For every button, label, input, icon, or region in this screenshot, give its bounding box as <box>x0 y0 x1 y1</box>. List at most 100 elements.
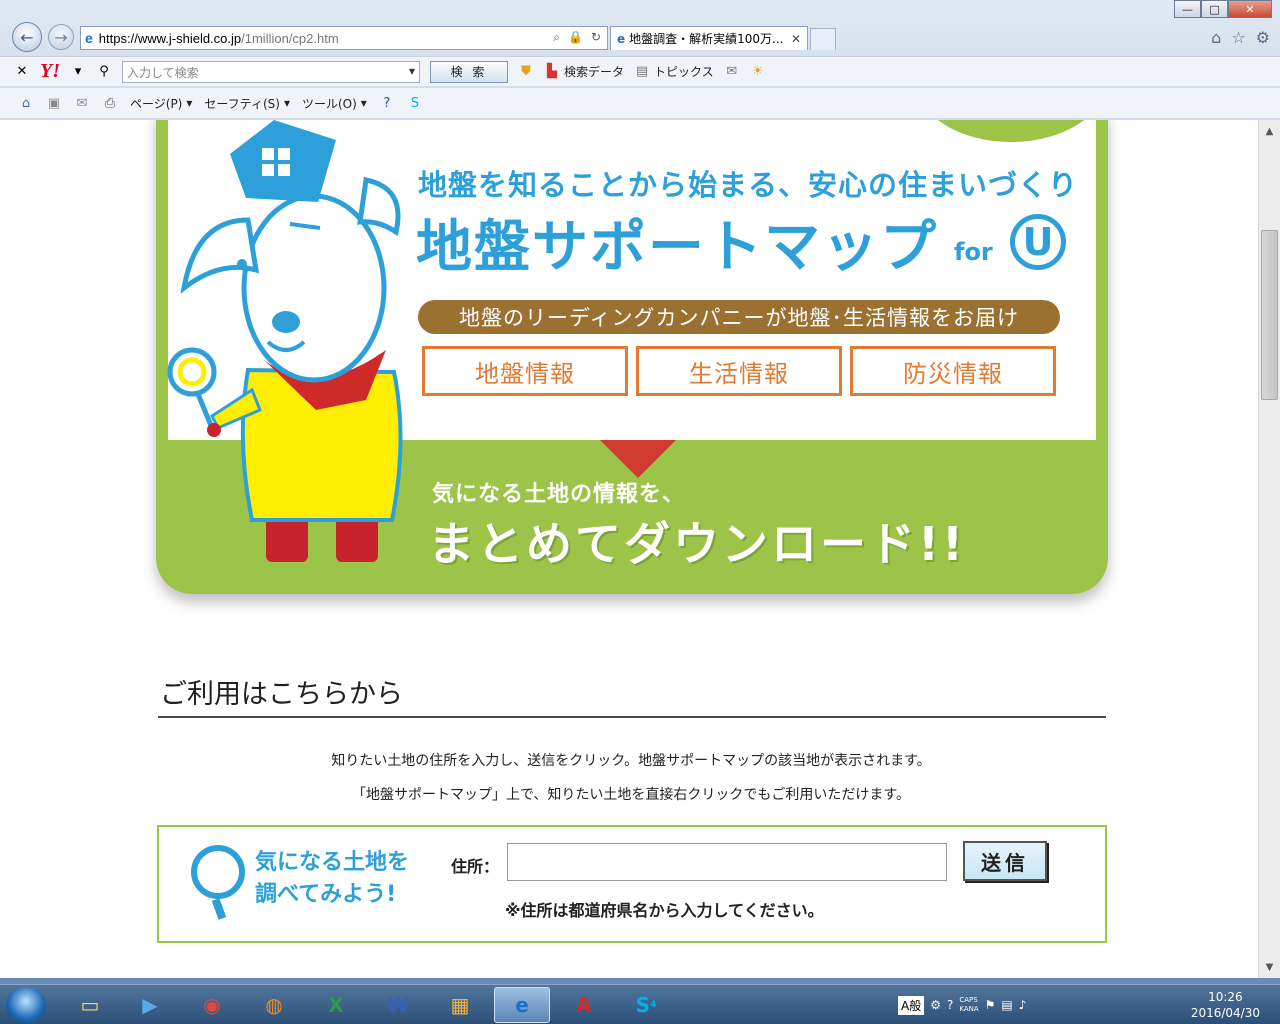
address-bar[interactable]: e https://www.j-shield.co.jp /1million/c… <box>80 26 608 50</box>
forward-button[interactable]: → <box>48 24 74 50</box>
weather-icon[interactable]: ☀ <box>750 64 766 80</box>
ie-tab-icon: e <box>617 31 626 46</box>
down-arrow-icon <box>600 440 676 478</box>
windows-taskbar: ▭ ▶ ◉ ◍ X W ▦ e A S4 A般 ⚙ ? CAPS KANA ⚑ … <box>0 984 1280 1024</box>
volume-icon[interactable]: ♪ <box>1019 998 1027 1012</box>
banner-sub: 気になる土地の情報を、 <box>432 482 686 507</box>
browser-right-icons: ⌂ ☆ ⚙ <box>1211 28 1270 47</box>
category-disaster-info: 防災情報 <box>850 346 1056 396</box>
banner-pill: 地盤のリーディングカンパニーが地盤･生活情報をお届け <box>418 300 1060 334</box>
clock-date: 2016/04/30 <box>1190 1006 1260 1020</box>
dog-mascot-illustration <box>167 120 403 562</box>
home-small-icon[interactable]: ⌂ <box>18 95 34 111</box>
banner-title-for: for <box>954 238 993 266</box>
topics-link[interactable]: ▤ トピックス <box>634 63 714 80</box>
scroll-up-icon[interactable]: ▲ <box>1259 122 1280 140</box>
safety-menu-label: セーフティ(S) <box>204 96 280 111</box>
settings-gear-icon[interactable]: ⚙ <box>1256 28 1270 47</box>
start-button[interactable] <box>6 987 46 1023</box>
banner-u-logo: U <box>1010 214 1066 270</box>
close-button[interactable]: ✕ <box>1228 0 1272 18</box>
read-mail-icon[interactable]: ✉ <box>74 95 90 111</box>
section-title: ご利用はこちらから <box>160 679 403 710</box>
close-toolbar-icon[interactable]: ✕ <box>14 64 30 80</box>
back-button[interactable]: ← <box>12 22 42 52</box>
tools-menu-label: ツール(O) <box>301 96 357 111</box>
submit-button[interactable]: 送信 <box>963 841 1047 881</box>
excel-taskbar-icon[interactable]: X <box>308 987 364 1023</box>
search-option-icon[interactable]: ⚲ <box>96 64 112 80</box>
home-icon[interactable]: ⌂ <box>1211 28 1221 47</box>
section-desc-2: 「地盤サポートマップ」上で、知りたい土地を直接右クリックでもご利用いただけます。 <box>351 787 911 803</box>
command-bar: ⌂ ▣ ✉ ⎙ ページ(P) ▾ セーフティ(S) ▾ ツール(O) ▾ ? S <box>0 88 1280 118</box>
window-controls: — □ ✕ <box>1174 0 1272 18</box>
forward-arrow-icon: → <box>54 27 68 47</box>
yahoo-search-button[interactable]: 検 索 <box>430 60 508 83</box>
dropdown-icon[interactable]: ▾ <box>70 64 86 80</box>
caps-kana-indicator: CAPS KANA <box>959 996 978 1014</box>
skype-taskbar-icon[interactable]: S4 <box>618 987 674 1023</box>
minimize-button[interactable]: — <box>1174 0 1201 18</box>
search-data-label: 検索データ <box>564 65 625 79</box>
ime-tools-icon[interactable]: ⚙ <box>930 998 941 1012</box>
firefox-taskbar-icon[interactable]: ◍ <box>246 987 302 1023</box>
clock[interactable]: 10:26 2016/04/30 <box>1191 989 1260 1021</box>
banner-download-text: まとめてダウンロード!! <box>428 517 966 571</box>
magnifier-icon <box>191 845 245 899</box>
section-desc-1: 知りたい土地の住所を入力し、送信をクリック。地盤サポートマップの該当地が表示され… <box>331 753 931 769</box>
vertical-scrollbar[interactable]: ▲ ▼ <box>1258 120 1280 978</box>
ie-taskbar-icon[interactable]: e <box>494 987 550 1023</box>
clock-time: 10:26 <box>1208 990 1243 1004</box>
maximize-button[interactable]: □ <box>1201 0 1228 18</box>
yahoo-logo[interactable]: Y! <box>40 60 60 83</box>
page-menu[interactable]: ページ(P) ▾ <box>130 95 192 112</box>
scroll-down-icon[interactable]: ▼ <box>1259 958 1280 976</box>
back-arrow-icon: ← <box>20 27 34 47</box>
security-shield-icon[interactable]: ⛊ <box>518 64 534 80</box>
word-taskbar-icon[interactable]: W <box>370 987 426 1023</box>
form-cta-line2: 調べてみよう! <box>255 882 397 907</box>
tools-menu[interactable]: ツール(O) ▾ <box>302 95 367 112</box>
apps-grid-taskbar-icon[interactable]: ▦ <box>432 987 488 1023</box>
yahoo-toolbar: ✕ Y! ▾ ⚲ 入力して検索 検 索 ⛊ ▙ 検索データ ▤ トピックス ✉ … <box>0 56 1280 86</box>
support-map-banner[interactable]: 地盤を知ることから始まる、安心の住まいづくり 地盤サポートマップ for U 地… <box>156 120 1108 594</box>
search-data-link[interactable]: ▙ 検索データ <box>544 63 624 80</box>
address-note: ※住所は都道府県名から入力してください。 <box>505 901 824 920</box>
flag-icon[interactable]: ⚑ <box>985 998 996 1012</box>
chart-icon: ▙ <box>547 64 557 79</box>
safety-menu[interactable]: セーフティ(S) ▾ <box>204 95 290 112</box>
address-search-form: 気になる土地を 調べてみよう! 住所： 送信 ※住所は都道府県名から入力してくだ… <box>157 825 1107 943</box>
ime-mode-indicator[interactable]: A般 <box>898 995 925 1015</box>
tab-active[interactable]: e 地盤調査・解析実績100万... ✕ <box>610 26 808 50</box>
address-input[interactable] <box>507 843 947 881</box>
lock-icon[interactable]: 🔒 <box>568 30 583 45</box>
help-icon[interactable]: ? <box>379 95 395 111</box>
network-icon[interactable]: ▤ <box>1001 998 1012 1012</box>
search-icon[interactable]: ⌕ <box>553 30 560 45</box>
topics-label: トピックス <box>654 65 714 79</box>
form-cta: 気になる土地を 調べてみよう! <box>255 847 409 911</box>
close-tab-icon[interactable]: ✕ <box>791 32 801 46</box>
category-life-info: 生活情報 <box>636 346 842 396</box>
explorer-taskbar-icon[interactable]: ▭ <box>62 987 118 1023</box>
chrome-taskbar-icon[interactable]: ◉ <box>184 987 240 1023</box>
print-icon[interactable]: ⎙ <box>102 95 118 111</box>
skype-badge: 4 <box>650 1000 657 1010</box>
feeds-icon[interactable]: ▣ <box>46 95 62 111</box>
new-tab-button[interactable] <box>810 28 836 50</box>
form-cta-line1: 気になる土地を <box>255 850 410 875</box>
page-viewport: 地盤を知ることから始まる、安心の住まいづくり 地盤サポートマップ for U 地… <box>0 120 1258 978</box>
acrobat-taskbar-icon[interactable]: A <box>556 987 612 1023</box>
favorites-star-icon[interactable]: ☆ <box>1231 28 1245 47</box>
page-menu-label: ページ(P) <box>130 96 183 111</box>
help-tray-icon[interactable]: ? <box>947 998 953 1012</box>
media-player-taskbar-icon[interactable]: ▶ <box>122 987 178 1023</box>
address-label: 住所： <box>451 857 500 876</box>
refresh-icon[interactable]: ↻ <box>591 30 601 45</box>
mail-icon[interactable]: ✉ <box>724 64 740 80</box>
section-divider <box>158 716 1106 718</box>
skype-icon[interactable]: S <box>407 95 423 111</box>
kana-label: KANA <box>959 1005 979 1013</box>
yahoo-search-input[interactable]: 入力して検索 <box>122 60 420 83</box>
scroll-thumb[interactable] <box>1261 230 1278 400</box>
